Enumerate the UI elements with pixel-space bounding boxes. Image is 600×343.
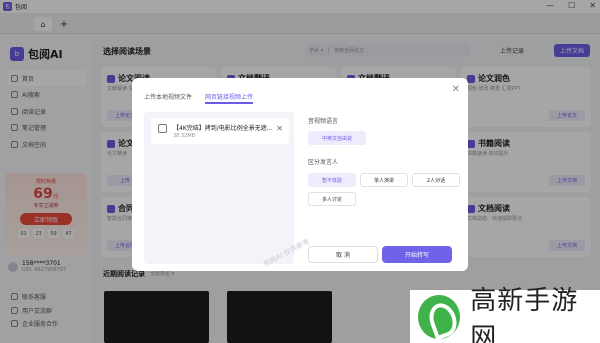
speaker-option-none[interactable]: 暂不体验 <box>308 173 356 187</box>
tab-web-link-video[interactable]: 网页链接视频上传 <box>205 92 253 101</box>
remove-file-icon[interactable]: ✕ <box>276 124 283 133</box>
speaker-label: 区分发言人 <box>308 159 339 166</box>
site-logo-icon <box>418 294 461 339</box>
file-list-panel: 【4K完结】拷到/电影比例全景无遮... 38.32MB ✕ <box>144 112 294 264</box>
file-size: 38.32MB <box>173 133 196 139</box>
upload-video-dialog: 上传本地视频文件 网页链接视频上传 ✕ 【4K完结】拷到/电影比例全景无遮...… <box>132 78 468 271</box>
tab-local-video[interactable]: 上传本地视频文件 <box>144 92 192 101</box>
language-label: 音视频语言 <box>308 118 339 125</box>
start-transcribe-button[interactable]: 开始转写 <box>382 246 452 263</box>
language-option[interactable]: 中英文自由说 <box>308 131 366 145</box>
cancel-button[interactable]: 取 消 <box>308 246 378 263</box>
video-file-icon <box>158 124 167 133</box>
file-name: 【4K完结】拷到/电影比例全景无遮... <box>173 125 273 132</box>
speaker-option-two[interactable]: 2人对话 <box>412 173 460 187</box>
close-icon[interactable]: ✕ <box>452 84 460 95</box>
site-watermark: 高新手游网 <box>410 286 600 343</box>
file-item: 【4K完结】拷到/电影比例全景无遮... 38.32MB ✕ <box>151 118 289 144</box>
site-watermark-text: 高新手游网 <box>470 285 579 343</box>
active-tab-indicator <box>205 102 253 104</box>
speaker-option-multi[interactable]: 多人讨论 <box>308 192 356 206</box>
speaker-option-single[interactable]: 单人演讲 <box>360 173 408 187</box>
